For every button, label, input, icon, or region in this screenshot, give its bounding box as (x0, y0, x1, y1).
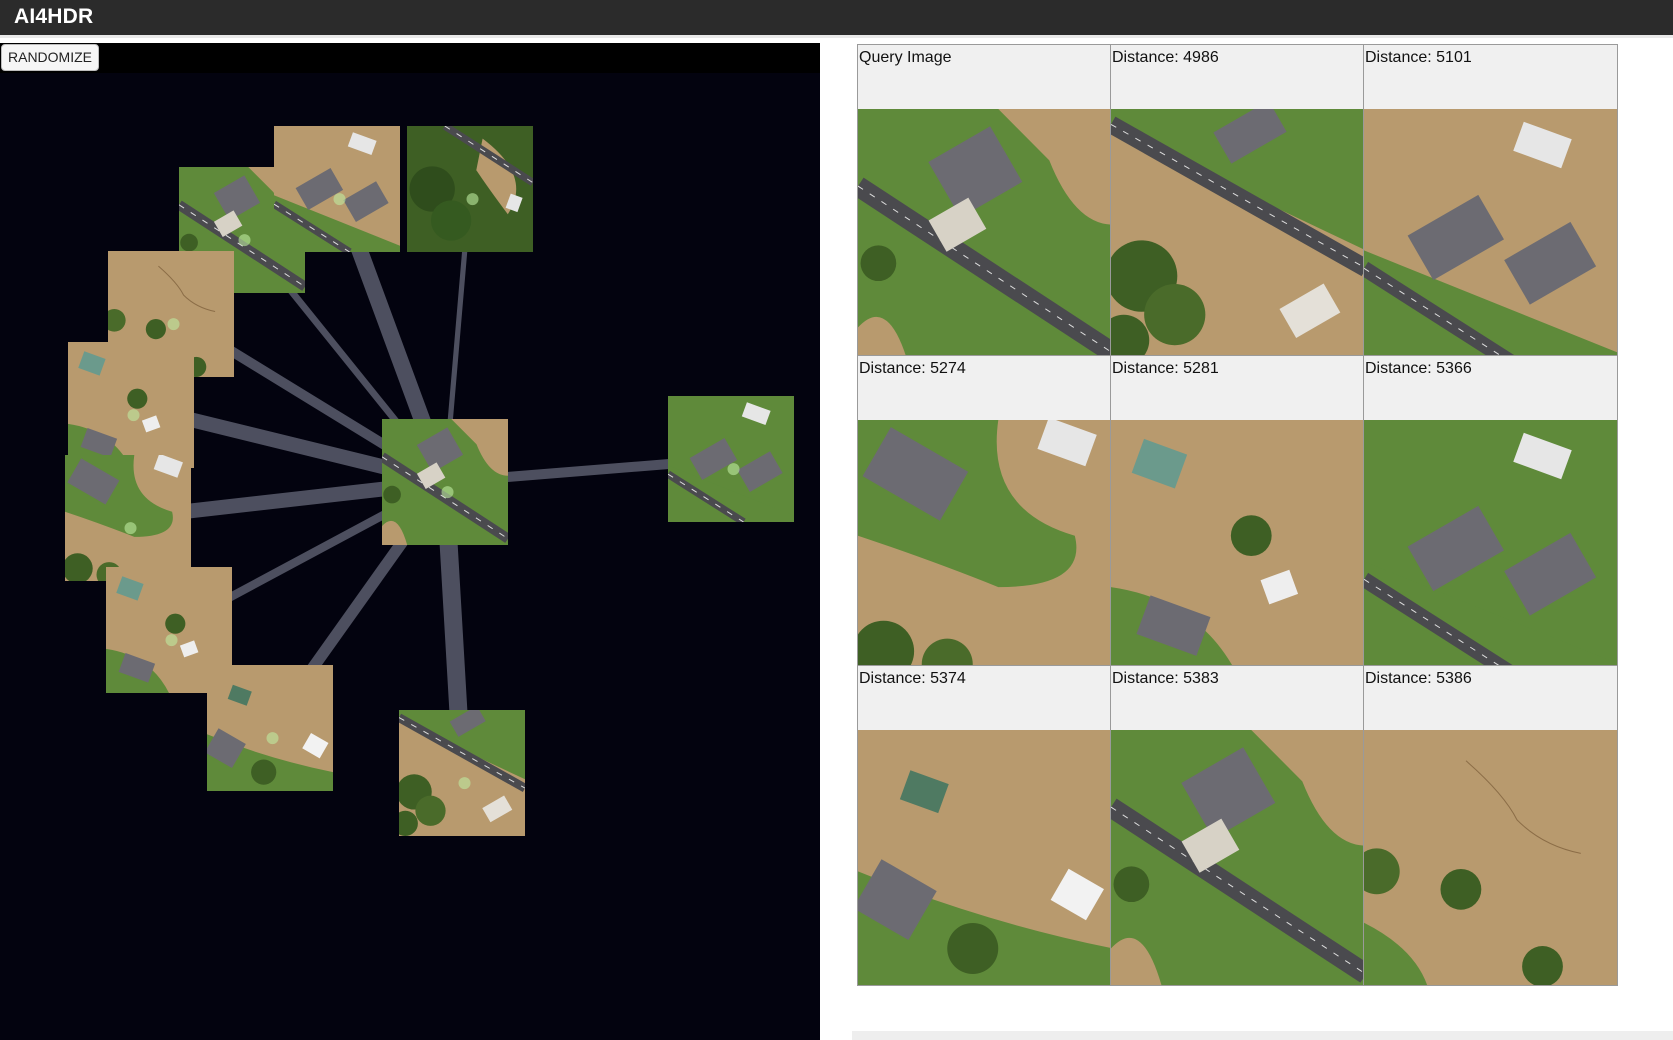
distance-label: Distance: 5101 (1365, 49, 1472, 66)
neighbor-houses-flooded[interactable] (274, 126, 400, 252)
randomize-button[interactable]: RANDOMIZE (1, 44, 99, 71)
aerial-image (1111, 420, 1364, 675)
query-node[interactable] (382, 419, 508, 545)
neighbor-trees-road[interactable] (407, 126, 533, 252)
distance-label: Distance: 4986 (1112, 49, 1219, 66)
results-grid: Query Image Distance: 4986 Distance: 5101 D… (852, 43, 1673, 1040)
aerial-image (858, 420, 1111, 675)
result-card[interactable]: Distance: 5274 (857, 355, 1112, 676)
results-footer-strip (852, 1031, 1673, 1040)
distance-label: Distance: 5386 (1365, 670, 1472, 687)
result-card[interactable]: Distance: 5386 (1363, 665, 1618, 986)
distance-label: Distance: 5281 (1112, 360, 1219, 377)
neighbor-yard-flood[interactable] (205, 665, 333, 791)
app-title: AI4HDR (14, 5, 94, 28)
neighbor-gazebo-flood[interactable] (68, 342, 194, 468)
result-card[interactable]: Distance: 5383 (1110, 665, 1365, 986)
top-bar: AI4HDR (0, 0, 1673, 38)
distance-label: Distance: 5366 (1365, 360, 1472, 377)
result-card[interactable]: Distance: 5281 (1110, 355, 1365, 676)
distance-label: Distance: 5274 (859, 360, 966, 377)
aerial-image (1111, 109, 1364, 364)
query-image-label: Query Image (859, 49, 952, 66)
result-card[interactable]: Distance: 5101 (1363, 44, 1618, 365)
distance-label: Distance: 5383 (1112, 670, 1219, 687)
aerial-image (1364, 730, 1617, 985)
graph-canvas[interactable] (0, 43, 820, 1040)
aerial-image (1111, 730, 1364, 985)
distance-label: Distance: 5374 (859, 670, 966, 687)
aerial-image (858, 109, 1111, 364)
result-card[interactable]: Distance: 5366 (1363, 355, 1618, 676)
aerial-image (1364, 109, 1617, 364)
neighbor-road-flood[interactable] (393, 706, 525, 836)
aerial-image (1364, 420, 1617, 675)
result-card[interactable]: Distance: 5374 (857, 665, 1112, 986)
query-image-card[interactable]: Query Image (857, 44, 1112, 365)
aerial-image (858, 730, 1111, 985)
result-card[interactable]: Distance: 4986 (1110, 44, 1365, 365)
neighbor-houses-road-right[interactable] (668, 396, 794, 522)
similarity-graph-panel[interactable]: RANDOMIZE (0, 43, 820, 1040)
